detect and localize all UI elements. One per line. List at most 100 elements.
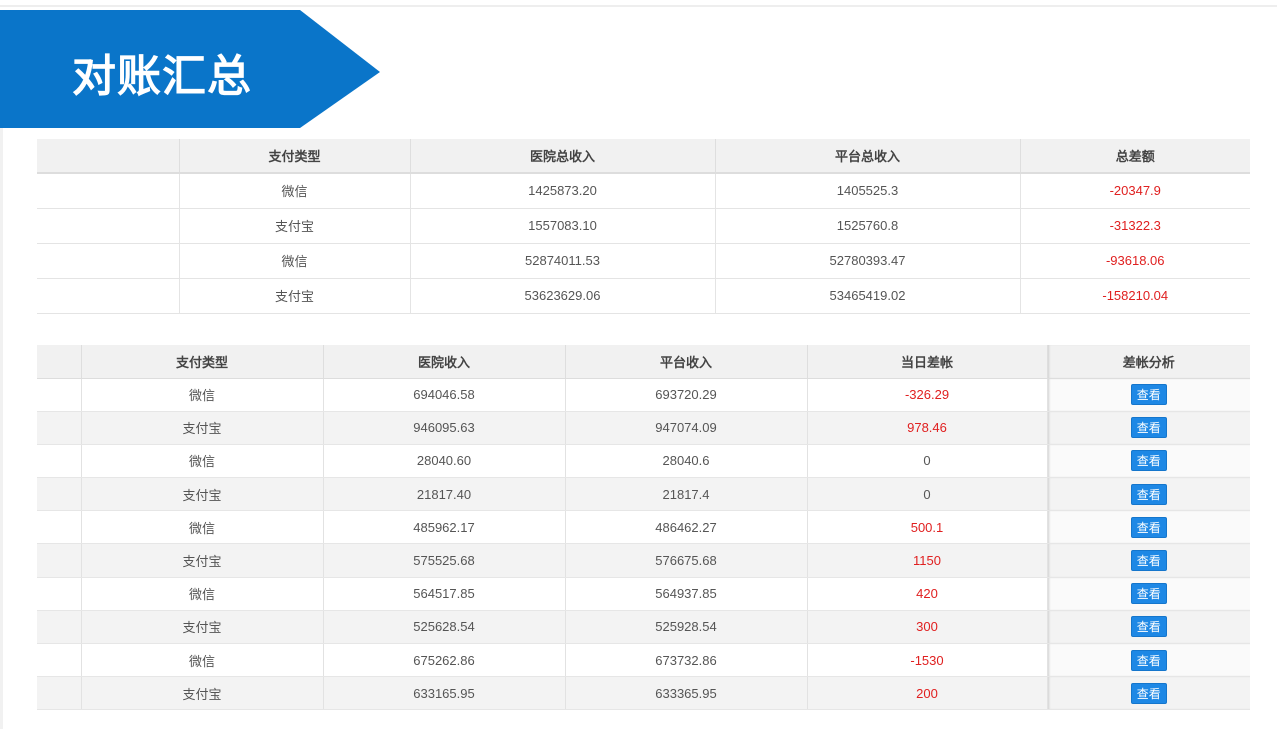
detail-cell-blank: [37, 411, 82, 445]
detail-cell-type: 微信: [81, 510, 324, 545]
detail-cell-analysis: 查看: [1047, 378, 1250, 412]
detail-cell-analysis: 查看: [1047, 577, 1250, 611]
detail-cell-hospital: 575525.68: [323, 543, 566, 578]
detail-cell-hospital: 525628.54: [323, 610, 566, 645]
top-divider: [0, 5, 1277, 7]
detail-cell-blank: [37, 543, 82, 578]
detail-header-diff: 当日差帐: [807, 345, 1048, 379]
detail-cell-diff: -1530: [807, 643, 1048, 678]
detail-cell-diff: 300: [807, 610, 1048, 645]
detail-header-type: 支付类型: [81, 345, 324, 379]
detail-row: 微信 28040.60 28040.6 0 查看: [37, 444, 1250, 479]
page-title: 对账汇总: [72, 51, 252, 102]
detail-cell-blank: [37, 378, 82, 412]
detail-cell-diff: 1150: [807, 543, 1048, 578]
summary-cell-blank: [37, 208, 180, 244]
summary-cell-type: 支付宝: [179, 278, 411, 314]
view-button[interactable]: 查看: [1130, 384, 1167, 406]
view-button[interactable]: 查看: [1130, 417, 1167, 439]
summary-header-row: 支付类型 医院总收入 平台总收入 总差额: [37, 139, 1250, 174]
detail-cell-platform: 21817.4: [565, 477, 808, 512]
summary-cell-platform: 53465419.02: [715, 278, 1021, 314]
detail-cell-analysis: 查看: [1047, 643, 1250, 678]
detail-cell-blank: [37, 510, 82, 545]
detail-cell-hospital: 485962.17: [323, 510, 566, 545]
summary-row: 微信 52874011.53 52780393.47 -93618.06: [37, 243, 1250, 279]
summary-header-type: 支付类型: [179, 139, 411, 174]
detail-cell-type: 支付宝: [81, 676, 324, 711]
detail-row: 微信 485962.17 486462.27 500.1 查看: [37, 510, 1250, 545]
detail-cell-hospital: 21817.40: [323, 477, 566, 512]
summary-header-hospital: 医院总收入: [410, 139, 716, 174]
detail-cell-analysis: 查看: [1047, 477, 1250, 512]
detail-row: 支付宝 575525.68 576675.68 1150 查看: [37, 543, 1250, 578]
view-button[interactable]: 查看: [1130, 450, 1167, 472]
detail-cell-platform: 633365.95: [565, 676, 808, 711]
detail-cell-hospital: 675262.86: [323, 643, 566, 678]
detail-cell-hospital: 694046.58: [323, 378, 566, 412]
view-button[interactable]: 查看: [1130, 682, 1167, 704]
summary-cell-type: 支付宝: [179, 208, 411, 244]
summary-cell-type: 微信: [179, 243, 411, 279]
detail-cell-platform: 947074.09: [565, 411, 808, 445]
summary-cell-platform: 1525760.8: [715, 208, 1021, 244]
detail-cell-type: 微信: [81, 643, 324, 678]
summary-cell-blank: [37, 173, 180, 209]
detail-cell-type: 支付宝: [81, 477, 324, 512]
detail-cell-diff: -326.29: [807, 378, 1048, 412]
detail-cell-diff: 0: [807, 477, 1048, 512]
summary-row: 支付宝 53623629.06 53465419.02 -158210.04: [37, 278, 1250, 314]
detail-cell-platform: 693720.29: [565, 378, 808, 412]
detail-cell-blank: [37, 477, 82, 512]
detail-cell-analysis: 查看: [1047, 444, 1250, 479]
detail-cell-diff: 500.1: [807, 510, 1048, 545]
detail-header-hospital: 医院收入: [323, 345, 566, 379]
summary-table: 支付类型 医院总收入 平台总收入 总差额 微信 1425873.20 14055…: [37, 139, 1250, 314]
detail-header-row: 支付类型 医院收入 平台收入 当日差帐 差帐分析: [37, 345, 1250, 379]
detail-cell-type: 微信: [81, 577, 324, 611]
detail-cell-diff: 978.46: [807, 411, 1048, 445]
detail-header-analysis: 差帐分析: [1047, 345, 1250, 379]
detail-cell-hospital: 633165.95: [323, 676, 566, 711]
summary-cell-platform: 1405525.3: [715, 173, 1021, 209]
view-button[interactable]: 查看: [1130, 516, 1167, 538]
detail-cell-diff: 0: [807, 444, 1048, 479]
detail-cell-diff: 420: [807, 577, 1048, 611]
summary-cell-hospital: 52874011.53: [410, 243, 716, 279]
detail-cell-type: 微信: [81, 378, 324, 412]
summary-cell-diff: -158210.04: [1020, 278, 1250, 314]
detail-cell-analysis: 查看: [1047, 510, 1250, 545]
view-button[interactable]: 查看: [1130, 649, 1167, 671]
detail-cell-platform: 564937.85: [565, 577, 808, 611]
summary-header-blank: [37, 139, 180, 174]
detail-cell-platform: 673732.86: [565, 643, 808, 678]
detail-cell-analysis: 查看: [1047, 543, 1250, 578]
detail-cell-blank: [37, 610, 82, 645]
detail-cell-analysis: 查看: [1047, 411, 1250, 445]
title-banner: 对账汇总: [0, 10, 380, 128]
summary-cell-diff: -31322.3: [1020, 208, 1250, 244]
summary-header-platform: 平台总收入: [715, 139, 1021, 174]
detail-cell-analysis: 查看: [1047, 676, 1250, 711]
detail-cell-hospital: 28040.60: [323, 444, 566, 479]
detail-cell-platform: 576675.68: [565, 543, 808, 578]
view-button[interactable]: 查看: [1130, 616, 1167, 638]
summary-cell-diff: -20347.9: [1020, 173, 1250, 209]
summary-cell-diff: -93618.06: [1020, 243, 1250, 279]
summary-cell-type: 微信: [179, 173, 411, 209]
detail-table: 支付类型 医院收入 平台收入 当日差帐 差帐分析 微信 694046.58 69…: [37, 345, 1250, 711]
detail-row: 微信 564517.85 564937.85 420 查看: [37, 577, 1250, 611]
detail-row: 支付宝 525628.54 525928.54 300 查看: [37, 610, 1250, 645]
view-button[interactable]: 查看: [1130, 550, 1167, 572]
view-button[interactable]: 查看: [1130, 583, 1167, 605]
detail-row: 微信 694046.58 693720.29 -326.29 查看: [37, 378, 1250, 412]
detail-cell-type: 支付宝: [81, 411, 324, 445]
detail-cell-type: 微信: [81, 444, 324, 479]
summary-cell-hospital: 1425873.20: [410, 173, 716, 209]
view-button[interactable]: 查看: [1130, 483, 1167, 505]
summary-cell-platform: 52780393.47: [715, 243, 1021, 279]
detail-row: 支付宝 633165.95 633365.95 200 查看: [37, 676, 1250, 711]
summary-cell-hospital: 53623629.06: [410, 278, 716, 314]
summary-cell-blank: [37, 278, 180, 314]
summary-row: 支付宝 1557083.10 1525760.8 -31322.3: [37, 208, 1250, 244]
